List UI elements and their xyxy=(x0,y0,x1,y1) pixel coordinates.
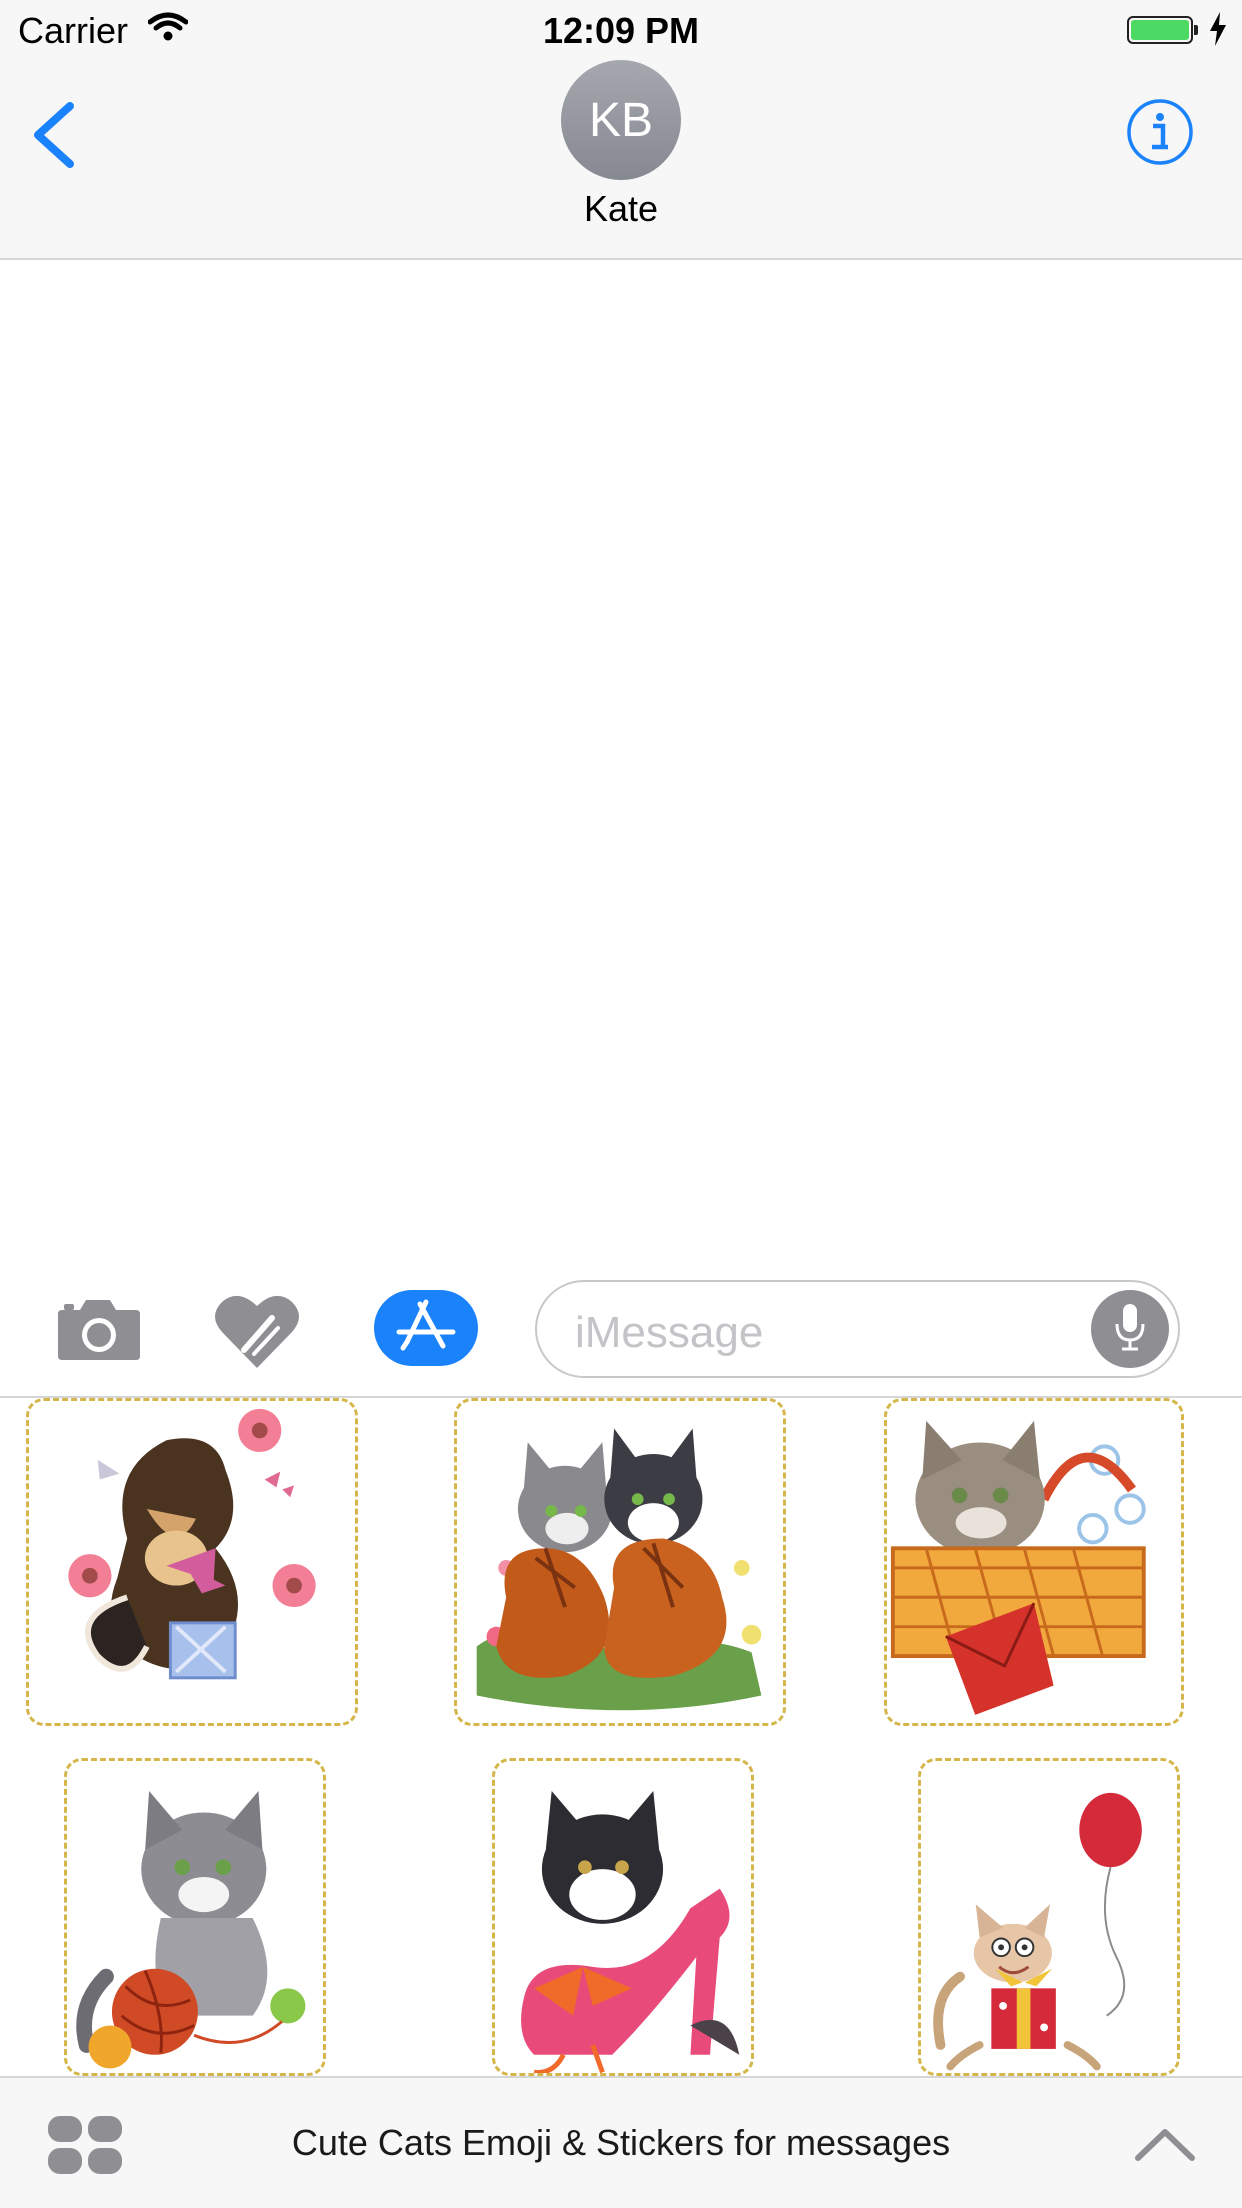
app-name-label: Cute Cats Emoji & Stickers for messages xyxy=(291,2122,951,2163)
sticker-cat-balloon[interactable] xyxy=(918,1758,1180,2076)
battery-icon xyxy=(1127,16,1193,44)
sticker-puppy-flowers[interactable] xyxy=(26,1398,358,1726)
chevron-up-icon[interactable] xyxy=(1134,2126,1196,2167)
message-placeholder: iMessage xyxy=(575,1308,764,1357)
camera-icon[interactable] xyxy=(56,1296,142,1367)
app-store-icon xyxy=(395,1298,457,1359)
contact-name[interactable]: Kate xyxy=(0,188,1242,230)
battery-tip xyxy=(1194,25,1198,35)
app-drawer-bar: Cute Cats Emoji & Stickers for messages xyxy=(0,2076,1242,2208)
digital-touch-heart-icon[interactable] xyxy=(214,1292,300,1375)
app-store-button[interactable] xyxy=(374,1290,478,1366)
message-thread xyxy=(0,260,1242,1260)
status-bar: Carrier 12:09 PM xyxy=(0,0,1242,60)
sticker-kitten-basket[interactable] xyxy=(884,1398,1184,1726)
microphone-button[interactable] xyxy=(1091,1290,1169,1368)
sticker-grid xyxy=(0,1398,1242,2076)
clock: 12:09 PM xyxy=(542,10,700,51)
back-chevron-icon[interactable] xyxy=(30,100,76,175)
sticker-kitten-yarn[interactable] xyxy=(64,1758,326,2076)
sticker-kittens-boots[interactable] xyxy=(454,1398,786,1726)
conversation-header: KB Kate xyxy=(0,60,1242,260)
microphone-icon xyxy=(1113,1302,1147,1357)
message-input[interactable]: iMessage xyxy=(535,1280,1180,1378)
sticker-kitten-shoe[interactable] xyxy=(492,1758,754,2076)
compose-bar: iMessage xyxy=(0,1260,1242,1398)
info-icon[interactable] xyxy=(1126,98,1194,171)
charging-bolt-icon xyxy=(1208,12,1228,51)
avatar[interactable]: KB xyxy=(561,60,681,180)
